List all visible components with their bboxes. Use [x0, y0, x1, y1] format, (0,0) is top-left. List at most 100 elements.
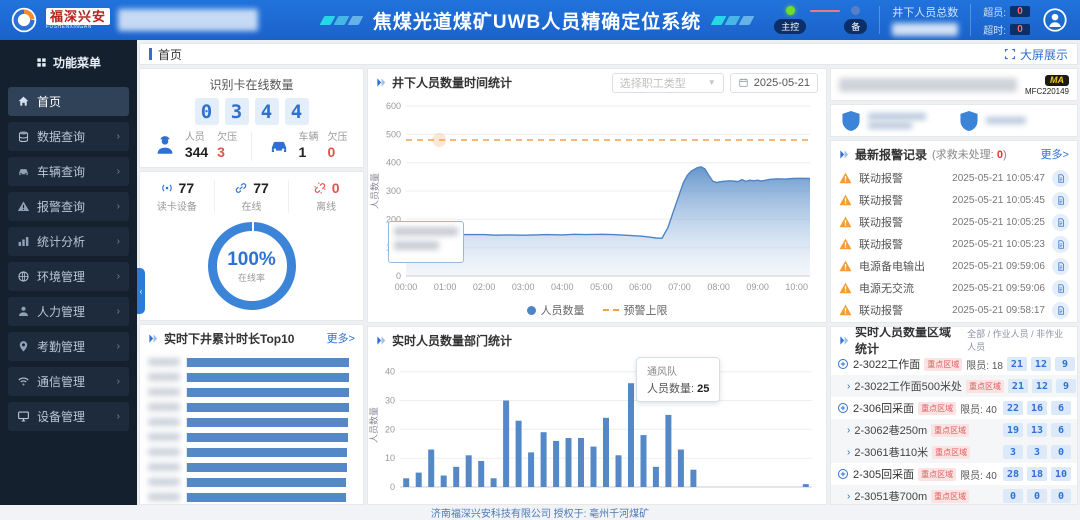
- top10-name-redacted: [148, 448, 180, 456]
- online-digit-1: 3: [225, 98, 249, 125]
- region-count: 0: [1051, 445, 1071, 459]
- chevron-right-icon: ›: [117, 306, 120, 317]
- sidebar-item-1[interactable]: 数据查询›: [8, 122, 129, 151]
- region-count: 21: [1008, 379, 1028, 393]
- region-row-2[interactable]: 2-306回采面重点区域限员: 4022166: [831, 397, 1077, 419]
- person-count: 344: [185, 144, 208, 161]
- top10-row-7: [148, 462, 351, 472]
- person-icon: [17, 305, 30, 318]
- alarms-title: 最新报警记录: [855, 146, 927, 163]
- card-title-icon: [148, 333, 159, 344]
- sidebar-item-label: 统计分析: [37, 233, 85, 250]
- chevron-right-icon: ›: [847, 447, 850, 458]
- region-name: 2-3061巷110米: [854, 444, 928, 460]
- sidebar-item-7[interactable]: 考勤管理›: [8, 332, 129, 361]
- sidebar-item-label: 考勤管理: [37, 338, 85, 355]
- top10-bar: [187, 388, 349, 397]
- alarm-row-1: 联动报警2025-05-21 10:05:45: [831, 189, 1077, 211]
- chevron-right-icon: ›: [847, 491, 850, 502]
- alarms-more-link[interactable]: 更多>: [1041, 146, 1069, 162]
- footer-text: 济南福深兴安科技有限公司 授权于: 亳州千河煤矿: [431, 505, 649, 520]
- alarm-detail-button[interactable]: [1052, 280, 1069, 297]
- alarm-time: 2025-05-21 10:05:25: [952, 217, 1045, 228]
- top10-row-2: [148, 387, 351, 397]
- svg-text:04:00: 04:00: [551, 282, 574, 292]
- date-picker[interactable]: 2025-05-21: [730, 73, 818, 93]
- alarm-detail-button[interactable]: [1052, 214, 1069, 231]
- vehicle-lowvolt-count: 0: [328, 144, 348, 161]
- sidebar-item-4[interactable]: 统计分析 ›: [8, 227, 129, 256]
- alarm-detail-button[interactable]: [1052, 192, 1069, 209]
- svg-text:30: 30: [385, 396, 395, 406]
- alarm-row-3: 联动报警2025-05-21 10:05:23: [831, 233, 1077, 255]
- warning-icon: [839, 260, 852, 272]
- top10-row-6: [148, 447, 351, 457]
- key-area-badge: 重点区域: [932, 446, 970, 459]
- dept-chart-title: 实时人员数量部门统计: [392, 332, 512, 349]
- warning-icon: [839, 172, 852, 184]
- sidebar-item-6[interactable]: 人力管理›: [8, 297, 129, 326]
- document-icon: [1056, 173, 1066, 184]
- breadcrumb[interactable]: 首页: [149, 46, 182, 63]
- shield-icon: [841, 110, 861, 132]
- sidebar-item-3[interactable]: 报警查询 ›: [8, 192, 129, 221]
- person-lowvolt-count: 3: [217, 144, 237, 161]
- region-row-1[interactable]: ›2-3022工作面500米处重点区域21129: [831, 375, 1077, 397]
- chevron-right-icon: ›: [117, 236, 120, 247]
- region-row-5[interactable]: 2-305回采面重点区域限员: 40281810: [831, 463, 1077, 485]
- online-label: 在线: [215, 198, 289, 213]
- top10-name-redacted: [148, 403, 180, 411]
- menu-header: 功能菜单: [0, 46, 137, 81]
- legend-personnel[interactable]: 人员数量: [527, 302, 585, 318]
- top10-name-redacted: [148, 478, 180, 486]
- document-icon: [1056, 305, 1066, 316]
- alarm-time: 2025-05-21 10:05:23: [952, 239, 1045, 250]
- region-row-6[interactable]: ›2-3051巷700m重点区域000: [831, 485, 1077, 505]
- link-broken-icon: [313, 181, 327, 195]
- card-title-icon: [376, 77, 387, 88]
- big-screen-link[interactable]: 大屏展示: [1004, 46, 1068, 63]
- top10-bar: [187, 463, 347, 472]
- warning-icon: [839, 282, 852, 294]
- overman-stat: 超员:0: [983, 4, 1030, 19]
- alarm-time: 2025-05-21 09:58:17: [952, 305, 1045, 316]
- region-name: 2-3062巷250m: [854, 422, 927, 438]
- user-avatar[interactable]: [1042, 7, 1068, 33]
- underground-total-value-redacted: [892, 23, 958, 36]
- alarm-detail-button[interactable]: [1052, 236, 1069, 253]
- alarm-label: 电源无交流: [859, 280, 914, 296]
- alarm-detail-button[interactable]: [1052, 258, 1069, 275]
- company-name-redacted: [839, 78, 1017, 92]
- card-time-statistics: 井下人员数量时间统计 选择职工类型▼ 2025-05-21 0100200300…: [367, 68, 827, 323]
- svg-text:05:00: 05:00: [590, 282, 613, 292]
- alarm-icon: [17, 200, 30, 213]
- region-row-4[interactable]: ›2-3061巷110米重点区域330: [831, 441, 1077, 463]
- alarm-detail-button[interactable]: [1052, 302, 1069, 319]
- region-count: 10: [1051, 467, 1071, 481]
- tooltip-department: 通风队: [647, 363, 709, 378]
- sidebar-item-2[interactable]: 车辆查询›: [8, 157, 129, 186]
- sidebar-item-8[interactable]: 通信管理›: [8, 367, 129, 396]
- sidebar-item-0[interactable]: 首页: [8, 87, 129, 116]
- alarm-row-0: 联动报警2025-05-21 10:05:47: [831, 167, 1077, 189]
- svg-text:09:00: 09:00: [746, 282, 769, 292]
- link-icon: [234, 181, 248, 195]
- sidebar-item-label: 报警查询: [37, 198, 85, 215]
- card-top10-duration: 实时下井累计时长Top10 更多>: [139, 324, 364, 505]
- alarm-detail-button[interactable]: [1052, 170, 1069, 187]
- sidebar-collapse-handle[interactable]: ‹: [137, 268, 145, 314]
- region-title: 实时人员数量区域统计: [855, 326, 962, 357]
- legend-warning-limit[interactable]: 预警上限: [603, 302, 668, 318]
- signal-icon: [160, 181, 174, 195]
- sidebar-item-9[interactable]: 设备管理›: [8, 402, 129, 431]
- sidebar-item-5[interactable]: 环境管理›: [8, 262, 129, 291]
- staff-type-select[interactable]: 选择职工类型▼: [612, 73, 724, 93]
- chevron-right-icon: ›: [117, 201, 120, 212]
- top10-bar: [187, 478, 346, 487]
- region-count: 19: [1003, 423, 1023, 437]
- top10-more-link[interactable]: 更多>: [327, 330, 355, 346]
- department-bar-chart: 010203040人员数量: [368, 353, 826, 504]
- region-row-3[interactable]: ›2-3062巷250m重点区域19136: [831, 419, 1077, 441]
- region-filters[interactable]: 全部 / 作业人员 / 非作业人员: [967, 327, 1069, 353]
- comm-icon: [17, 375, 30, 388]
